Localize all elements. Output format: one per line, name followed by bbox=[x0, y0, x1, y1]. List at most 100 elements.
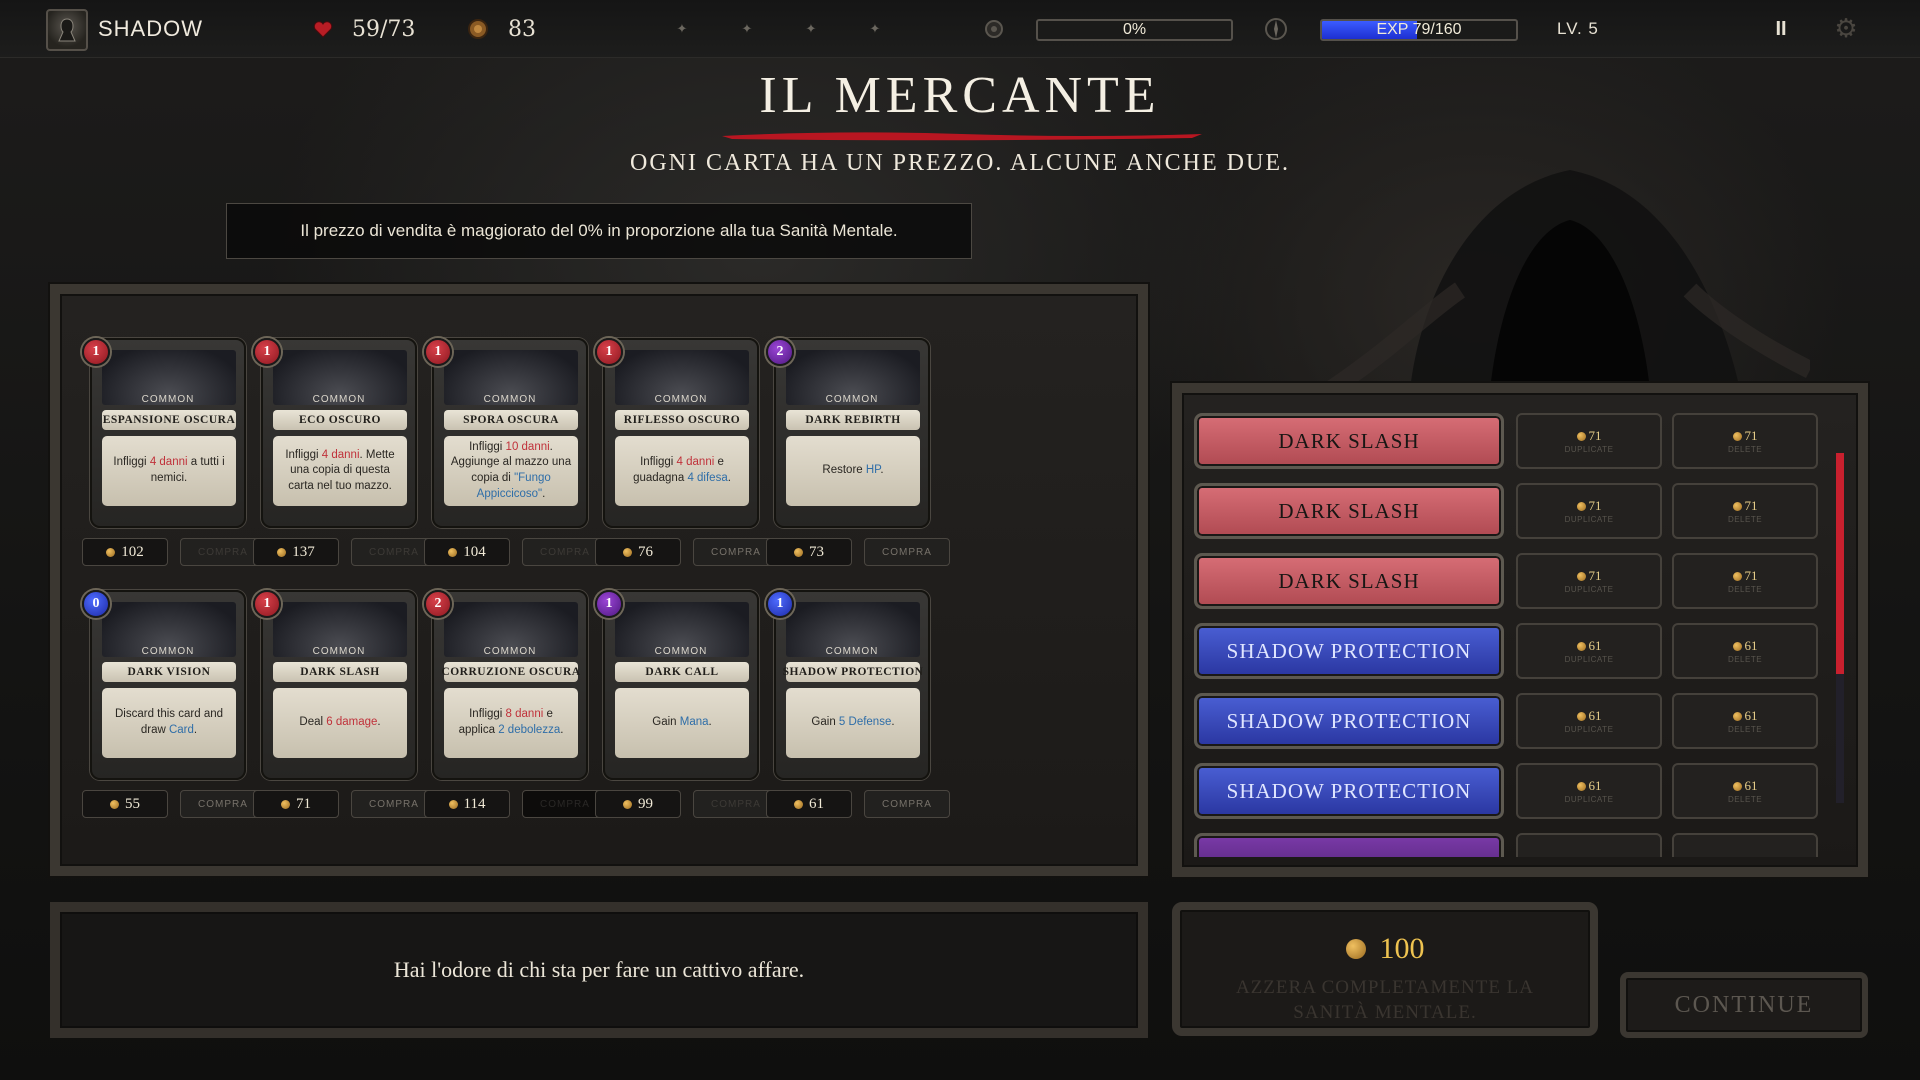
duplicate-button-label: DUPLICATE bbox=[1564, 515, 1614, 524]
continue-button[interactable]: CONTINUE bbox=[1620, 972, 1868, 1038]
card-price: 137 bbox=[253, 538, 339, 566]
card-price: 55 bbox=[82, 790, 168, 818]
buy-button[interactable]: COMPRA bbox=[864, 538, 950, 566]
duplicate-button[interactable]: 71 DUPLICATE bbox=[1516, 553, 1662, 609]
card-price-value: 55 bbox=[125, 795, 140, 812]
card-dark-vision[interactable]: COMMON DARK VISION Discard this card and d… bbox=[90, 590, 246, 780]
duplicate-button-price: 61 bbox=[1576, 778, 1602, 794]
level-label: LV. 5 bbox=[1557, 19, 1599, 38]
deck-card-name[interactable]: SHADOW PROTECTION bbox=[1194, 623, 1504, 679]
coin-icon bbox=[448, 799, 458, 809]
delete-button-label: DELETE bbox=[1727, 725, 1763, 734]
deck-row bbox=[1194, 833, 1824, 857]
deck-card-name[interactable]: DARK SLASH bbox=[1194, 483, 1504, 539]
deck-card-name[interactable]: SHADOW PROTECTION bbox=[1194, 693, 1504, 749]
coin-icon bbox=[1732, 641, 1742, 651]
coin-icon bbox=[110, 799, 119, 809]
card-rarity: COMMON bbox=[825, 646, 879, 657]
gear-icon[interactable]: ⚙ bbox=[1830, 0, 1862, 58]
delete-button-label: DELETE bbox=[1727, 445, 1763, 454]
card-name: DARK REBIRTH bbox=[786, 410, 920, 430]
card-dark-rebirth[interactable]: COMMON DARK REBIRTH Restore HP. bbox=[774, 338, 930, 528]
card-description-text: Infliggi 4 danni a tutti i nemici. bbox=[113, 456, 225, 484]
card-price-value: 99 bbox=[638, 795, 653, 812]
delete-button-price: 61 bbox=[1732, 778, 1758, 794]
duplicate-button-price-value: 71 bbox=[1588, 428, 1602, 443]
coin-icon bbox=[1576, 711, 1586, 721]
card-description: Restore HP. bbox=[786, 436, 920, 506]
card-dark-call[interactable]: COMMON DARK CALL Gain Mana. bbox=[603, 590, 759, 780]
card-corruzione-oscura[interactable]: COMMON CORRUZIONE OSCURA Infliggi 8 danni … bbox=[432, 590, 588, 780]
effect-keyword: 5 Defense bbox=[838, 716, 892, 729]
deck-scrollbar[interactable] bbox=[1836, 453, 1844, 803]
card-spora-oscura[interactable]: COMMON SPORA OSCURA Infliggi 10 danni. Agg… bbox=[432, 338, 588, 528]
card-rarity: COMMON bbox=[312, 646, 366, 657]
deck-row: DARK SLASH 71 DUPLICATE 71 DELETE bbox=[1194, 413, 1824, 469]
delete-button[interactable]: 71 DELETE bbox=[1672, 413, 1818, 469]
sanity-bar: 0% bbox=[1036, 19, 1233, 41]
card-shadow-protection[interactable]: COMMON SHADOW PROTECTION Gain 5 Defense. bbox=[774, 590, 930, 780]
deck-scroll-thumb[interactable] bbox=[1836, 453, 1844, 674]
coin-icon bbox=[1345, 939, 1366, 959]
duplicate-button-price-value: 71 bbox=[1588, 498, 1602, 513]
card-price: 104 bbox=[424, 538, 510, 566]
card-price: 102 bbox=[82, 538, 168, 566]
coin-icon bbox=[1576, 641, 1586, 651]
card-price-value: 102 bbox=[121, 543, 144, 560]
delete-button[interactable] bbox=[1672, 833, 1818, 857]
delete-button[interactable]: 61 DELETE bbox=[1672, 623, 1818, 679]
duplicate-button[interactable]: 61 DUPLICATE bbox=[1516, 763, 1662, 819]
deck-card-name[interactable]: DARK SLASH bbox=[1194, 413, 1504, 469]
card-rarity: COMMON bbox=[825, 394, 879, 405]
deck-row: SHADOW PROTECTION 61 DUPLICATE 61 DELETE bbox=[1194, 693, 1824, 749]
damage-keyword: 6 damage bbox=[326, 716, 378, 729]
blood-divider bbox=[722, 132, 1202, 141]
duplicate-button-price: 61 bbox=[1576, 638, 1602, 654]
card-eco-oscuro[interactable]: COMMON ECO OSCURO Infliggi 4 danni. Mette … bbox=[261, 338, 417, 528]
damage-keyword: 4 danni bbox=[149, 456, 188, 469]
duplicate-button[interactable]: 61 DUPLICATE bbox=[1516, 623, 1662, 679]
duplicate-button-price-value: 61 bbox=[1588, 638, 1602, 653]
deck-card-name[interactable]: DARK SLASH bbox=[1194, 553, 1504, 609]
card-price-value: 137 bbox=[292, 543, 315, 560]
delete-button[interactable]: 61 DELETE bbox=[1672, 693, 1818, 749]
delete-button[interactable]: 71 DELETE bbox=[1672, 553, 1818, 609]
card-espansione-oscura[interactable]: COMMON ESPANSIONE OSCURA Infliggi 4 danni … bbox=[90, 338, 246, 528]
rune-icon: ✦ bbox=[741, 21, 753, 37]
delete-button-label: DELETE bbox=[1727, 795, 1763, 804]
coin-icon bbox=[1576, 431, 1586, 441]
effect-keyword: HP bbox=[865, 464, 881, 477]
delete-button-price-value: 61 bbox=[1744, 778, 1758, 793]
page-subtitle: OGNI CARTA HA UN PREZZO. ALCUNE ANCHE DU… bbox=[630, 150, 1290, 176]
reset-sanity-button[interactable]: 100 AZZERA COMPLETAMENTE LA SANITÀ MENTA… bbox=[1172, 902, 1598, 1036]
coin-icon bbox=[794, 547, 803, 557]
card-name: ESPANSIONE OSCURA bbox=[102, 410, 236, 430]
duplicate-button[interactable]: 71 DUPLICATE bbox=[1516, 483, 1662, 539]
damage-keyword: 10 danni bbox=[505, 440, 550, 453]
deck-card-name[interactable] bbox=[1194, 833, 1504, 857]
duplicate-button[interactable] bbox=[1516, 833, 1662, 857]
card-description-text: Infliggi 8 danni e applica 2 debolezza. bbox=[458, 708, 564, 736]
delete-button[interactable]: 61 DELETE bbox=[1672, 763, 1818, 819]
coin-icon bbox=[465, 0, 491, 58]
merchant-figure bbox=[1325, 170, 1810, 390]
card-dark-slash[interactable]: COMMON DARK SLASH Deal 6 damage. bbox=[261, 590, 417, 780]
card-description-text: Infliggi 4 danni. Mette una copia di que… bbox=[285, 448, 395, 492]
duplicate-button-label: DUPLICATE bbox=[1564, 795, 1614, 804]
duplicate-button[interactable]: 71 DUPLICATE bbox=[1516, 413, 1662, 469]
card-price: 61 bbox=[766, 790, 852, 818]
pause-icon[interactable]: II bbox=[1770, 0, 1792, 58]
coin-icon bbox=[1732, 711, 1742, 721]
duplicate-button[interactable]: 61 DUPLICATE bbox=[1516, 693, 1662, 749]
deck-card-name[interactable]: SHADOW PROTECTION bbox=[1194, 763, 1504, 819]
portrait-icon[interactable] bbox=[46, 9, 88, 51]
card-description-text: Gain Mana. bbox=[652, 716, 712, 729]
card-description: Infliggi 4 danni. Mette una copia di que… bbox=[273, 436, 407, 506]
effect-keyword: "Fungo Appiccicoso" bbox=[476, 472, 551, 500]
delete-button[interactable]: 71 DELETE bbox=[1672, 483, 1818, 539]
buy-button[interactable]: COMPRA bbox=[864, 790, 950, 818]
card-name: SPORA OSCURA bbox=[444, 410, 578, 430]
card-riflesso-oscuro[interactable]: COMMON RIFLESSO OSCURO Infliggi 4 danni e … bbox=[603, 338, 759, 528]
card-price: 73 bbox=[766, 538, 852, 566]
card-description-text: Discard this card and draw Card. bbox=[114, 708, 224, 736]
